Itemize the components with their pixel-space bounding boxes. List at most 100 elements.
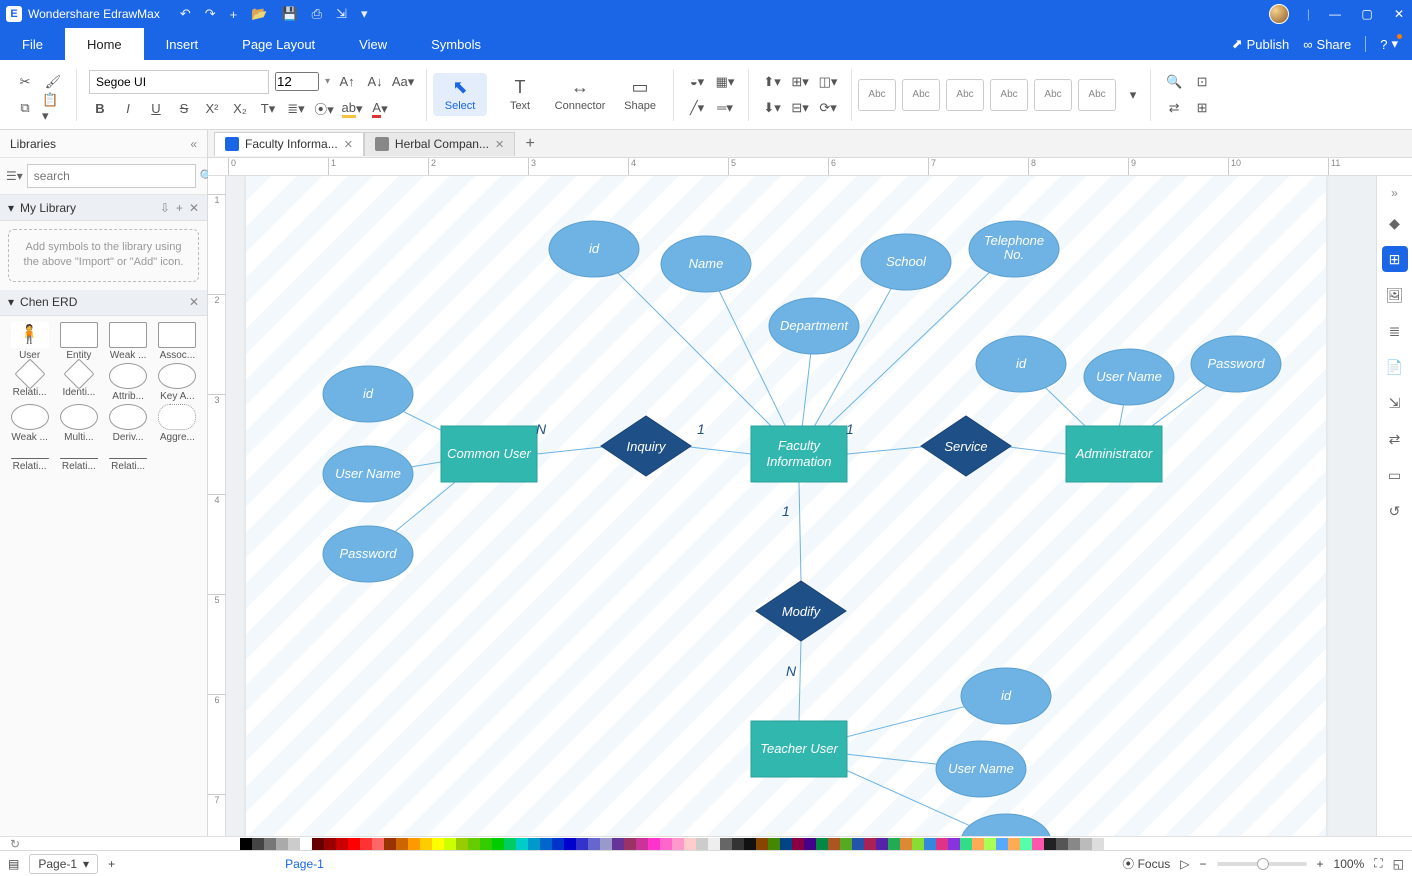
color-swatch[interactable] — [840, 838, 852, 850]
color-swatch[interactable] — [624, 838, 636, 850]
color-swatch[interactable] — [708, 838, 720, 850]
theme-icon[interactable]: ◆ — [1382, 210, 1408, 236]
bring-front-button[interactable]: ⬆▾ — [761, 71, 783, 93]
line-spacing-button[interactable]: ≣▾ — [285, 98, 307, 120]
export-icon[interactable]: ⇲ — [1382, 390, 1408, 416]
paste-button[interactable]: 📋▾ — [42, 97, 64, 119]
color-swatch[interactable] — [660, 838, 672, 850]
copy-button[interactable]: ⧉ — [14, 97, 36, 119]
diagram-page[interactable]: idUser NamePasswordidNameDepartmentSchoo… — [246, 176, 1326, 836]
color-swatch[interactable] — [648, 838, 660, 850]
user-avatar[interactable] — [1269, 4, 1289, 24]
comments-icon[interactable]: ⇄ — [1382, 426, 1408, 452]
properties-icon[interactable]: 📄 — [1382, 354, 1408, 380]
library-shape-11[interactable]: Aggre... — [154, 404, 201, 443]
library-shape-1[interactable]: Entity — [55, 322, 102, 361]
color-swatch[interactable] — [360, 838, 372, 850]
color-swatch[interactable] — [564, 838, 576, 850]
library-shape-3[interactable]: Assoc... — [154, 322, 201, 361]
line-button[interactable]: ╱▾ — [686, 97, 708, 119]
qat-more-button[interactable]: ▾ — [361, 6, 368, 22]
color-swatch[interactable] — [984, 838, 996, 850]
help-button[interactable]: ? ▾ — [1380, 36, 1398, 52]
library-shape-10[interactable]: Deriv... — [105, 404, 152, 443]
subscript-button[interactable]: X₂ — [229, 98, 251, 120]
quick-style-4[interactable]: Abc — [990, 79, 1028, 111]
color-swatch[interactable] — [480, 838, 492, 850]
library-shape-0[interactable]: 🧍User — [6, 322, 53, 361]
rotate-button[interactable]: ⟳▾ — [817, 97, 839, 119]
highlight-button[interactable]: ab▾ — [341, 98, 363, 120]
color-swatch[interactable] — [1020, 838, 1032, 850]
color-swatch[interactable] — [768, 838, 780, 850]
tab-symbols[interactable]: Symbols — [409, 28, 503, 60]
color-swatch[interactable] — [960, 838, 972, 850]
tab-page-layout[interactable]: Page Layout — [220, 28, 337, 60]
color-swatch[interactable] — [312, 838, 324, 850]
ungroup-button[interactable]: ⊟▾ — [789, 97, 811, 119]
color-swatch[interactable] — [876, 838, 888, 850]
tab-view[interactable]: View — [337, 28, 409, 60]
superscript-button[interactable]: X² — [201, 98, 223, 120]
tab-home[interactable]: Home — [65, 28, 144, 60]
color-swatch[interactable] — [1032, 838, 1044, 850]
color-swatch[interactable] — [420, 838, 432, 850]
shape-tool-button[interactable]: ▭Shape — [613, 73, 667, 116]
quick-style-6[interactable]: Abc — [1078, 79, 1116, 111]
doc-tab-herbal[interactable]: Herbal Compan... ✕ — [364, 132, 515, 156]
close-tab-icon[interactable]: ✕ — [344, 138, 353, 151]
align-text-button[interactable]: T▾ — [257, 98, 279, 120]
color-swatch[interactable] — [408, 838, 420, 850]
library-shape-7[interactable]: Key A... — [154, 363, 201, 402]
color-swatch[interactable] — [600, 838, 612, 850]
color-swatch[interactable] — [468, 838, 480, 850]
library-shape-13[interactable]: Relati... — [55, 445, 102, 472]
quick-style-2[interactable]: Abc — [902, 79, 940, 111]
text-tool-button[interactable]: TText — [493, 73, 547, 116]
color-swatch[interactable] — [888, 838, 900, 850]
color-swatch[interactable] — [924, 838, 936, 850]
color-swatch[interactable] — [780, 838, 792, 850]
color-swatch[interactable] — [792, 838, 804, 850]
palette-refresh-icon[interactable]: ↻ — [10, 837, 20, 851]
page-selector[interactable]: Page-1 ▾ — [29, 854, 98, 874]
color-swatch[interactable] — [384, 838, 396, 850]
color-swatch[interactable] — [936, 838, 948, 850]
shadow-button[interactable]: ▦▾ — [714, 71, 736, 93]
export-button[interactable]: ⇲ — [336, 6, 347, 22]
presentation-icon[interactable]: ▭ — [1382, 462, 1408, 488]
align-button[interactable]: ◫▾ — [817, 71, 839, 93]
library-shape-9[interactable]: Multi... — [55, 404, 102, 443]
library-shape-4[interactable]: Relati... — [6, 363, 53, 402]
color-swatch[interactable] — [252, 838, 264, 850]
color-swatch[interactable] — [720, 838, 732, 850]
select-tool-button[interactable]: ⬉Select — [433, 73, 487, 116]
page-tab[interactable]: Page-1 — [285, 857, 324, 871]
color-swatch[interactable] — [684, 838, 696, 850]
color-swatch[interactable] — [672, 838, 684, 850]
close-chen-icon[interactable]: ✕ — [189, 295, 199, 309]
font-name-select[interactable] — [89, 70, 269, 94]
window-minimize-button[interactable]: — — [1328, 7, 1342, 21]
bullet-list-button[interactable]: ⦿▾ — [313, 98, 335, 120]
color-swatch[interactable] — [1044, 838, 1056, 850]
page-list-button[interactable]: ▤ — [8, 857, 19, 871]
color-swatch[interactable] — [804, 838, 816, 850]
color-swatch[interactable] — [324, 838, 336, 850]
color-swatch[interactable] — [516, 838, 528, 850]
library-shape-5[interactable]: Identi... — [55, 363, 102, 402]
format-painter-button[interactable]: 🖌 — [42, 71, 64, 93]
decrease-font-button[interactable]: A↓ — [364, 71, 386, 93]
color-swatch[interactable] — [276, 838, 288, 850]
horizontal-ruler[interactable]: 01234567891011 — [208, 158, 1412, 176]
publish-button[interactable]: ⬈ Publish — [1232, 36, 1290, 52]
color-swatch[interactable] — [972, 838, 984, 850]
import-icon[interactable]: ⇩ — [160, 201, 170, 215]
image-panel-icon[interactable]: 🖼 — [1382, 282, 1408, 308]
libraries-collapse-button[interactable]: « — [190, 137, 197, 151]
layers-icon[interactable]: ≣ — [1382, 318, 1408, 344]
canvas-scroll[interactable]: idUser NamePasswordidNameDepartmentSchoo… — [226, 176, 1376, 836]
italic-button[interactable]: I — [117, 98, 139, 120]
right-panel-expand-button[interactable]: » — [1391, 186, 1398, 200]
fill-button[interactable]: ◒▾ — [686, 71, 708, 93]
